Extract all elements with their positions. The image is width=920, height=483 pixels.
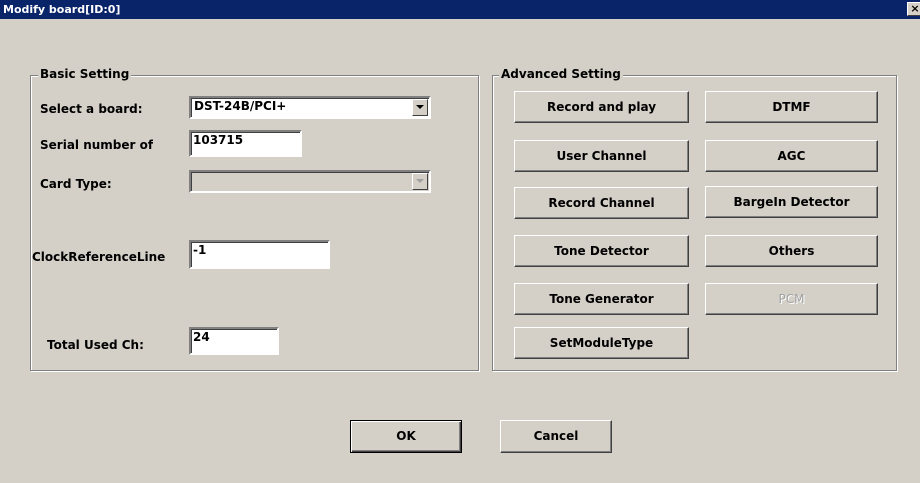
board-select-value: DST-24B/PCI+ (194, 99, 287, 113)
basic-setting-title: Basic Setting (38, 67, 132, 81)
window-title: Modify board[ID:0] (3, 3, 121, 16)
tone-detector-button[interactable]: Tone Detector (514, 235, 689, 267)
modify-board-dialog: Modify board[ID:0] × Basic Setting Selec… (0, 0, 920, 483)
card-type-dropdown-button[interactable] (412, 173, 428, 190)
tone-generator-button[interactable]: Tone Generator (514, 283, 689, 315)
board-select-dropdown-button[interactable] (412, 99, 428, 116)
record-and-play-button[interactable]: Record and play (514, 91, 689, 123)
serial-number-label: Serial number of (40, 138, 154, 152)
record-channel-button[interactable]: Record Channel (514, 187, 689, 219)
select-board-label: Select a board: (40, 102, 143, 116)
bargein-detector-button[interactable]: BargeIn Detector (705, 186, 878, 218)
others-button[interactable]: Others (705, 235, 878, 267)
chevron-down-icon (416, 179, 424, 183)
user-channel-button[interactable]: User Channel (514, 140, 689, 172)
cancel-button[interactable]: Cancel (500, 420, 612, 453)
close-button[interactable]: × (907, 2, 920, 16)
ok-button[interactable]: OK (350, 420, 462, 453)
total-used-ch-field[interactable]: 24 (189, 327, 279, 355)
title-bar[interactable]: Modify board[ID:0] × (0, 0, 920, 19)
clock-reference-field[interactable]: -1 (189, 240, 330, 269)
total-used-ch-label: Total Used Ch: (47, 338, 144, 352)
dtmf-button[interactable]: DTMF (705, 91, 878, 123)
set-module-type-button[interactable]: SetModuleType (514, 327, 689, 359)
agc-button[interactable]: AGC (705, 140, 878, 172)
board-select[interactable]: DST-24B/PCI+ (189, 96, 431, 119)
card-type-label: Card Type: (40, 177, 112, 191)
pcm-button[interactable]: PCM (705, 283, 878, 315)
card-type-select[interactable] (189, 170, 431, 193)
chevron-down-icon (416, 105, 424, 109)
advanced-setting-title: Advanced Setting (499, 67, 623, 81)
serial-number-field[interactable]: 103715 (189, 130, 302, 157)
clock-reference-label: ClockReferenceLine (32, 250, 166, 264)
